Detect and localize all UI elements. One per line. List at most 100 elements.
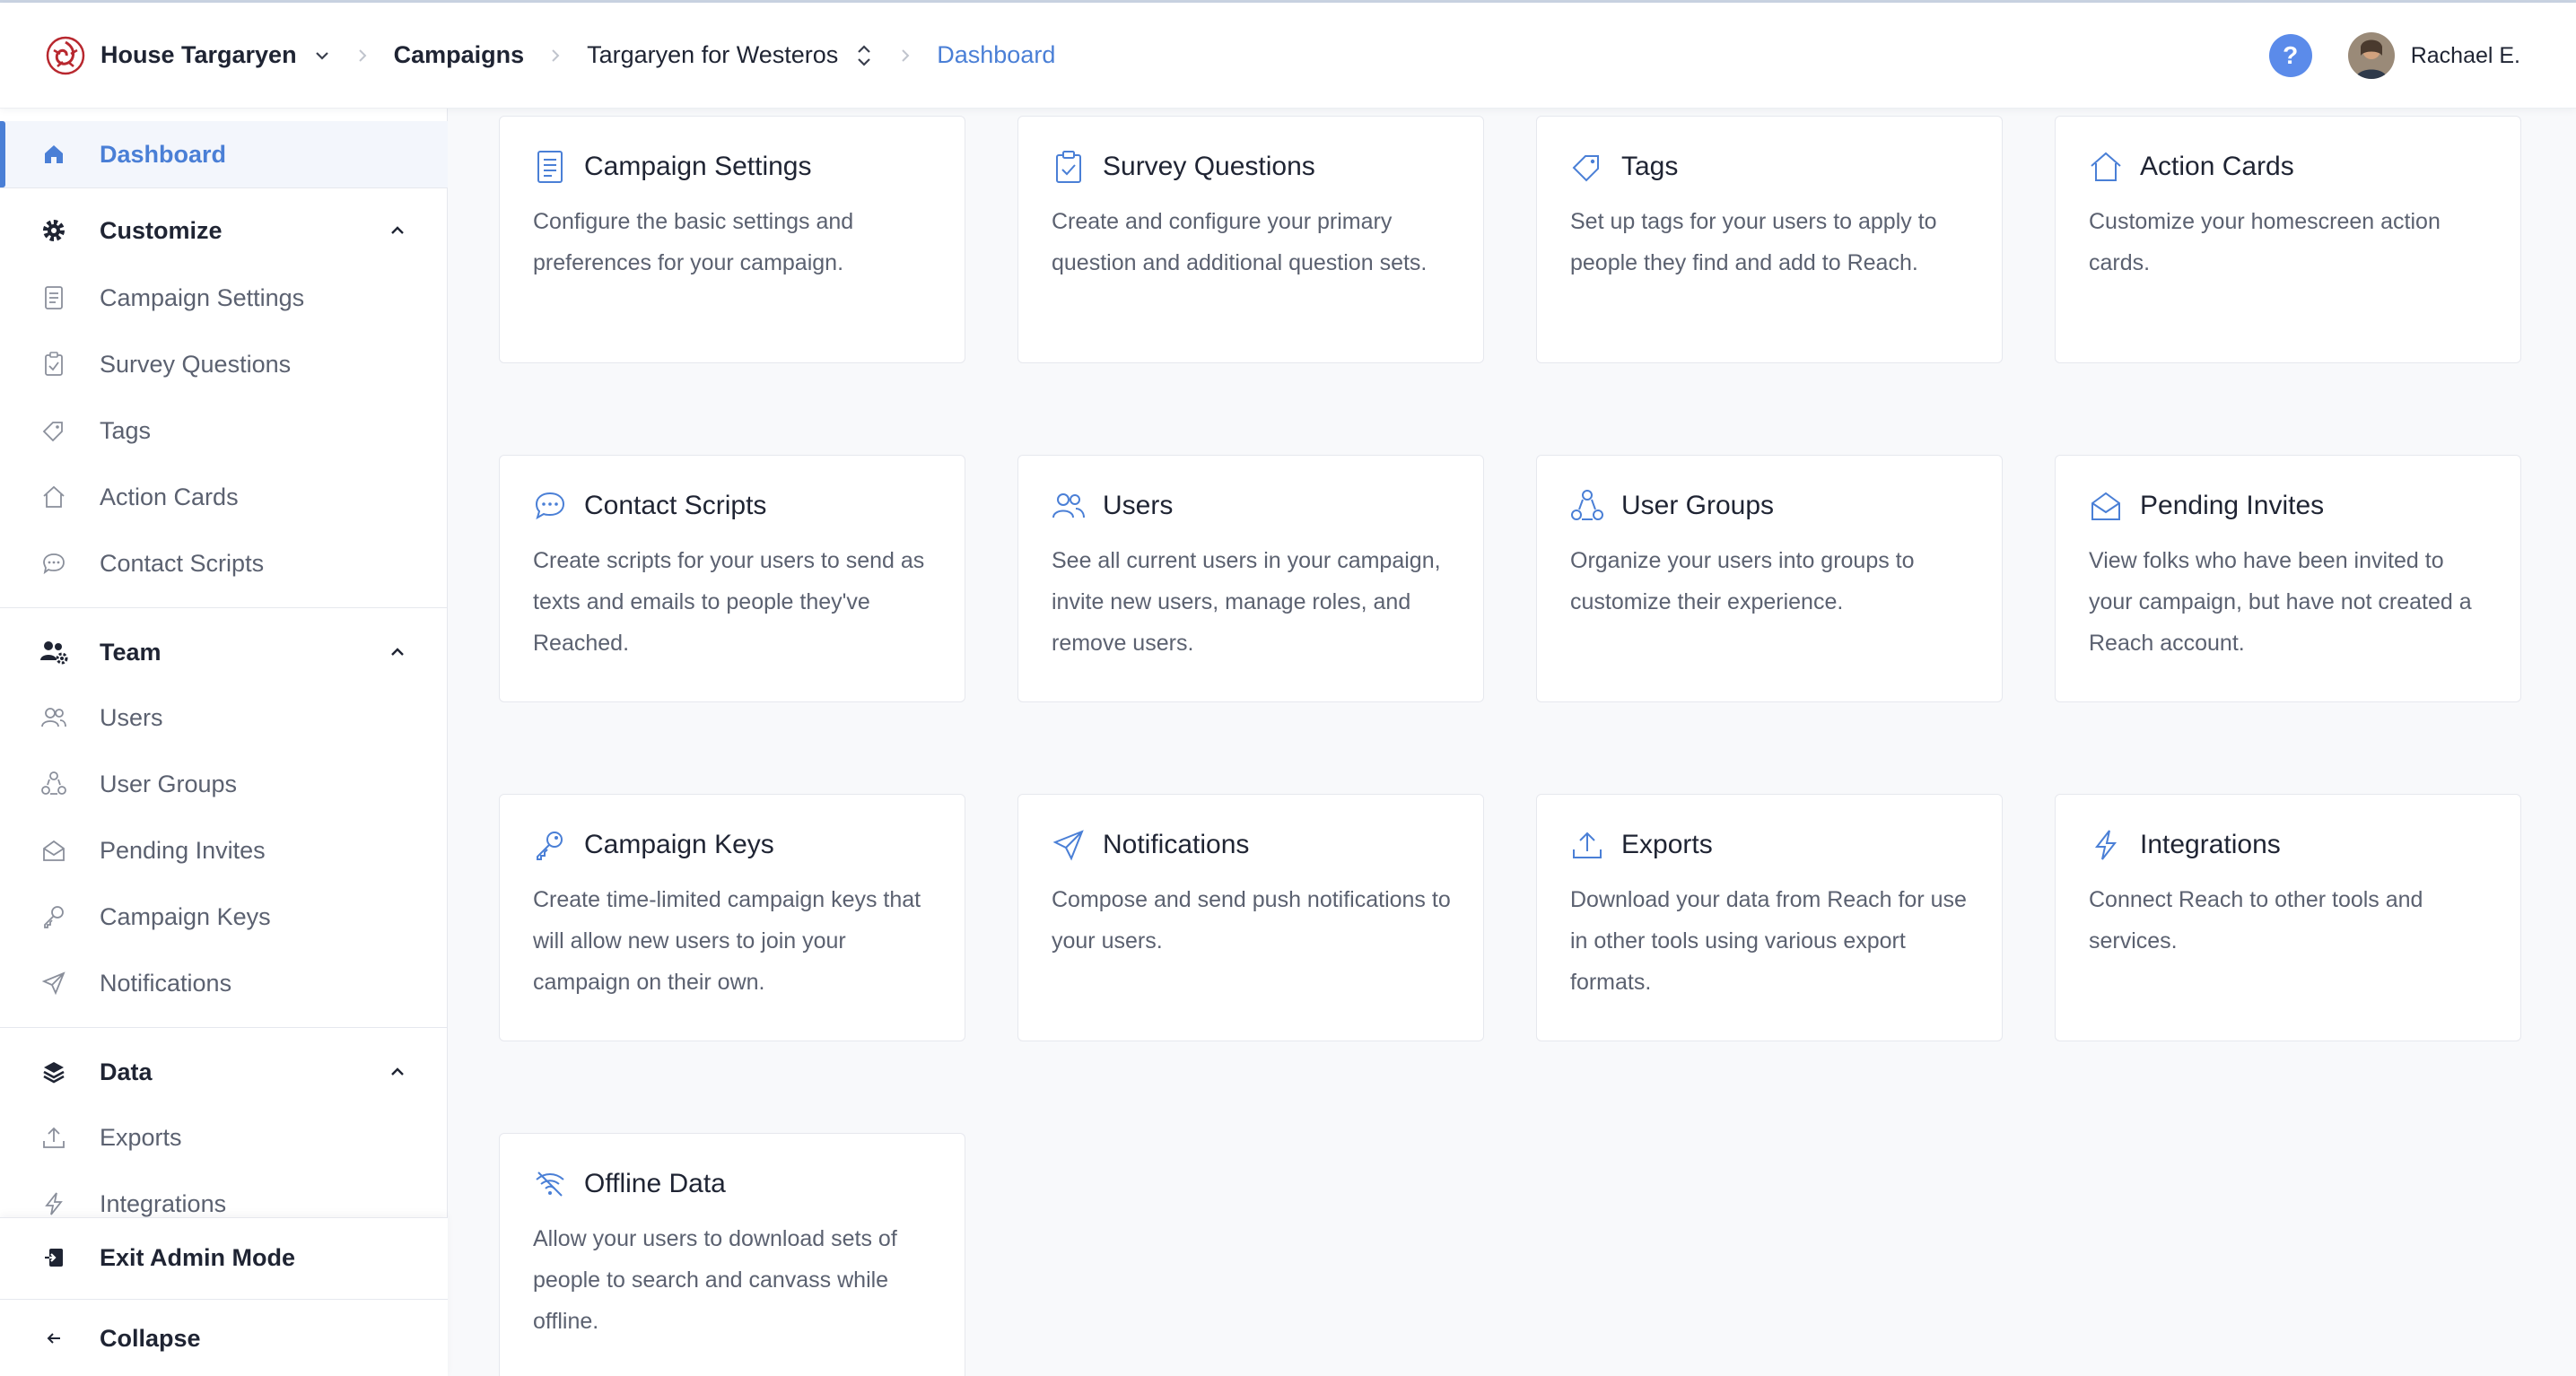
org-switcher[interactable]: House Targaryen <box>100 41 331 69</box>
card-campaign-settings[interactable]: Campaign Settings Configure the basic se… <box>499 116 965 363</box>
sidebar-item-dashboard[interactable]: Dashboard <box>0 121 448 187</box>
users-icon <box>1051 488 1087 524</box>
sidebar-item-label: Action Cards <box>100 483 239 510</box>
chevron-right-icon <box>524 47 587 65</box>
chevron-up-icon <box>385 640 410 665</box>
user-name[interactable]: Rachael E. <box>2411 43 2520 69</box>
sidebar-item-contact-scripts[interactable]: Contact Scripts <box>0 537 448 589</box>
card-campaign-keys[interactable]: Campaign Keys Create time-limited campai… <box>499 794 965 1041</box>
card-title: Exports <box>1621 830 1713 859</box>
card-description: Configure the basic settings and prefere… <box>533 209 854 275</box>
envelope-open-icon <box>2088 488 2124 524</box>
sidebar-item-label: Users <box>100 703 163 731</box>
sidebar-item-exports[interactable]: Exports <box>0 1111 448 1163</box>
wifi-off-icon <box>532 1166 568 1202</box>
card-tags[interactable]: Tags Set up tags for your users to apply… <box>1536 116 2003 363</box>
org-name: House Targaryen <box>100 41 297 68</box>
card-offline-data[interactable]: Offline Data Allow your users to downloa… <box>499 1133 965 1376</box>
exit-admin-mode-button[interactable]: Exit Admin Mode <box>0 1232 448 1283</box>
sidebar-item-label: Notifications <box>100 969 232 997</box>
sidebar-section-customize[interactable]: Customize <box>0 205 448 256</box>
sidebar-item-campaign-settings[interactable]: Campaign Settings <box>0 272 448 324</box>
breadcrumb-campaigns-link[interactable]: Campaigns <box>394 41 525 69</box>
card-description: Download your data from Reach for use in… <box>1570 887 1967 995</box>
collapse-button[interactable]: Collapse <box>0 1313 448 1363</box>
sidebar-item-campaign-keys[interactable]: Campaign Keys <box>0 891 448 943</box>
card-exports[interactable]: Exports Download your data from Reach fo… <box>1536 794 2003 1041</box>
sidebar-item-label: Contact Scripts <box>100 549 265 577</box>
house-sigil-icon <box>45 35 86 76</box>
exit-admin-mode-label: Exit Admin Mode <box>100 1243 296 1271</box>
card-description: Create time-limited campaign keys that w… <box>533 887 921 995</box>
sidebar-section-label: Team <box>100 638 162 666</box>
app-window: House Targaryen Campaigns Targaryen for … <box>0 0 2576 1376</box>
card-description: Customize your homescreen action cards. <box>2089 209 2441 275</box>
card-title: Campaign Settings <box>584 152 812 181</box>
tag-icon <box>38 414 70 447</box>
home-solid-icon <box>38 138 70 170</box>
sidebar-item-user-groups[interactable]: User Groups <box>0 758 448 810</box>
chevron-right-icon <box>874 47 937 65</box>
card-notifications[interactable]: Notifications Compose and send push noti… <box>1017 794 1484 1041</box>
card-action-cards[interactable]: Action Cards Customize your homescreen a… <box>2055 116 2521 363</box>
chat-bubble-icon <box>38 547 70 579</box>
card-title: Users <box>1103 491 1174 520</box>
users-icon <box>38 701 70 734</box>
divider <box>0 1027 448 1028</box>
sidebar-item-notifications[interactable]: Notifications <box>0 957 448 1009</box>
campaign-name: Targaryen for Westeros <box>587 41 839 68</box>
sidebar-item-pending-invites[interactable]: Pending Invites <box>0 824 448 876</box>
sidebar-item-label: Pending Invites <box>100 836 266 864</box>
card-description: Allow your users to download sets of peo… <box>533 1226 897 1334</box>
card-description: Create and configure your primary questi… <box>1052 209 1428 275</box>
upload-icon <box>38 1121 70 1154</box>
card-title: Tags <box>1621 152 1679 181</box>
upload-icon <box>1569 827 1605 863</box>
card-description: Create scripts for your users to send as… <box>533 548 925 656</box>
document-icon <box>532 149 568 185</box>
card-title: Offline Data <box>584 1169 726 1198</box>
card-contact-scripts[interactable]: Contact Scripts Create scripts for your … <box>499 455 965 702</box>
sidebar-item-label: User Groups <box>100 770 238 797</box>
sidebar-item-action-cards[interactable]: Action Cards <box>0 471 448 523</box>
card-description: Compose and send push notifications to y… <box>1052 887 1451 954</box>
home-icon <box>38 481 70 513</box>
sidebar-item-label: Exports <box>100 1123 182 1151</box>
card-title: User Groups <box>1621 491 1775 520</box>
key-icon <box>38 901 70 933</box>
chat-bubble-icon <box>532 488 568 524</box>
card-title: Action Cards <box>2140 152 2294 181</box>
sidebar-item-users[interactable]: Users <box>0 692 448 744</box>
avatar[interactable] <box>2347 32 2395 79</box>
sidebar-item-tags[interactable]: Tags <box>0 405 448 457</box>
sidebar-item-label: Campaign Settings <box>100 283 305 311</box>
card-user-groups[interactable]: User Groups Organize your users into gro… <box>1536 455 2003 702</box>
card-title: Integrations <box>2140 830 2281 859</box>
exit-icon <box>38 1241 70 1274</box>
card-title: Pending Invites <box>2140 491 2325 520</box>
sidebar-section-data[interactable]: Data <box>0 1047 448 1097</box>
paper-plane-icon <box>1051 827 1087 863</box>
chevron-right-icon <box>331 47 394 65</box>
lightning-bolt-icon <box>38 1188 70 1220</box>
divider <box>0 187 448 188</box>
sidebar-item-survey-questions[interactable]: Survey Questions <box>0 338 448 390</box>
card-description: Set up tags for your users to apply to p… <box>1570 209 1937 275</box>
campaign-switcher[interactable]: Targaryen for Westeros <box>587 41 874 69</box>
sidebar-footer: Exit Admin Mode Collapse <box>0 1217 448 1376</box>
chevron-up-icon <box>385 1059 410 1084</box>
sidebar-item-label: Campaign Keys <box>100 902 271 930</box>
card-integrations[interactable]: Integrations Connect Reach to other tool… <box>2055 794 2521 1041</box>
card-pending-invites[interactable]: Pending Invites View folks who have been… <box>2055 455 2521 702</box>
dashboard-grid: Campaign Settings Configure the basic se… <box>448 109 2576 1376</box>
card-title: Contact Scripts <box>584 491 767 520</box>
help-button[interactable]: ? <box>2268 34 2312 77</box>
card-users[interactable]: Users See all current users in your camp… <box>1017 455 1484 702</box>
collapse-label: Collapse <box>100 1324 201 1352</box>
card-survey-questions[interactable]: Survey Questions Create and configure yo… <box>1017 116 1484 363</box>
document-icon <box>38 282 70 314</box>
sidebar-item-label: Tags <box>100 416 152 444</box>
sidebar-section-team[interactable]: Team <box>0 627 448 677</box>
card-description: See all current users in your campaign, … <box>1052 548 1441 656</box>
stack-icon <box>38 1056 70 1088</box>
